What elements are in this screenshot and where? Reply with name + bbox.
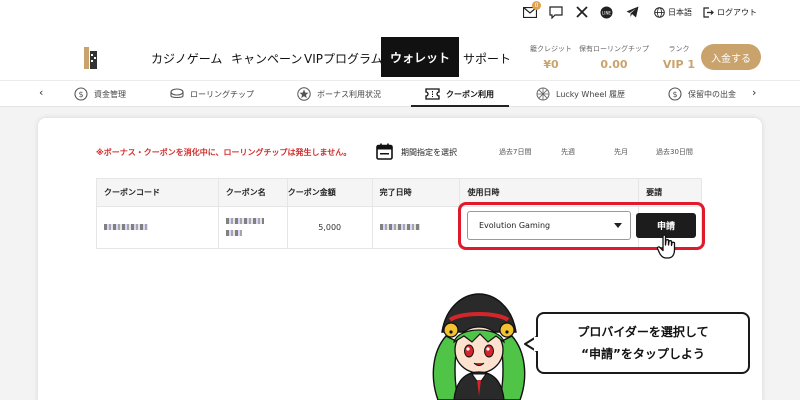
tab-scroll-right-icon[interactable]: › — [752, 86, 756, 99]
provider-selected-value: Evolution Gaming — [479, 221, 551, 230]
nav-support[interactable]: サポート — [463, 50, 511, 67]
tab-label: クーポン利用 — [446, 89, 494, 99]
tab-pending-withdrawal[interactable]: $ 保留中の出金 — [668, 86, 736, 102]
chat-icon[interactable] — [549, 5, 563, 19]
redacted-text — [225, 218, 264, 224]
svg-text:$: $ — [672, 90, 677, 99]
period-last-month[interactable]: 先月 — [614, 147, 628, 157]
period-select-label[interactable]: 期間指定を選択 — [401, 147, 457, 158]
header-completed-at: 完了日時 — [371, 178, 461, 207]
completed-at-cell — [371, 206, 461, 249]
hand-pointer-icon — [656, 234, 676, 259]
mail-icon[interactable]: 0 — [523, 1, 541, 19]
nav-casino-games[interactable]: カジノゲーム — [151, 50, 222, 67]
rank-stat: ランク VIP 1 — [662, 44, 696, 71]
tab-scroll-left-icon[interactable]: ‹ — [39, 86, 43, 99]
logout-link[interactable]: ログアウト — [703, 5, 757, 19]
logout-label: ログアウト — [717, 7, 757, 17]
globe-icon — [654, 6, 665, 18]
logout-icon — [703, 6, 714, 18]
deposit-button[interactable]: 入金する — [701, 44, 761, 70]
callout-line-2: “申請”をタップしよう — [581, 347, 705, 361]
tab-coupon-usage[interactable]: クーポン利用 — [425, 86, 494, 102]
chevron-down-icon — [614, 223, 622, 228]
language-selector[interactable]: 日本語 — [654, 5, 692, 19]
star-icon — [297, 87, 311, 101]
chip-label: 保有ローリングチップ — [579, 45, 649, 53]
nav-campaign[interactable]: キャンペーン — [231, 50, 302, 67]
utility-bar: 0 LINE 日本語 ログアウト — [0, 0, 800, 26]
dollar-circle-icon: $ — [74, 87, 88, 101]
tab-label: 保留中の出金 — [688, 89, 736, 99]
header-coupon-amount: クーポン金額 — [286, 178, 373, 207]
coupon-code-cell — [96, 206, 219, 249]
coupon-name-cell — [217, 206, 288, 249]
chip-stat: 保有ローリングチップ 0.00 — [565, 44, 663, 71]
rank-label: ランク — [668, 45, 690, 53]
tab-lucky-wheel-history[interactable]: Lucky Wheel 履歴 — [536, 86, 625, 102]
tab-label: ボーナス利用状況 — [317, 89, 381, 99]
calendar-icon[interactable] — [376, 143, 393, 160]
nav-wallet[interactable]: ウォレット — [381, 37, 459, 77]
period-last-7-days[interactable]: 過去7日間 — [499, 147, 531, 157]
header-coupon-name: クーポン名 — [217, 178, 288, 207]
mascot-character — [432, 293, 526, 400]
tab-label: Lucky Wheel 履歴 — [556, 89, 625, 99]
wheel-icon — [536, 87, 550, 101]
redacted-text — [104, 224, 148, 230]
provider-select[interactable]: Evolution Gaming — [467, 211, 631, 240]
tab-bonus-status[interactable]: ボーナス利用状況 — [297, 86, 381, 102]
ticket-icon — [425, 88, 440, 100]
redacted-text — [379, 224, 420, 230]
wallet-tab-bar: ‹ $ 資金管理 ローリングチップ ボーナス利用状況 クーポン利用 Lucky … — [0, 80, 800, 107]
tab-label: 資金管理 — [94, 89, 126, 99]
tab-label: ローリングチップ — [190, 89, 254, 99]
svg-text:$: $ — [78, 90, 83, 99]
x-social-icon[interactable] — [576, 5, 588, 19]
rank-value: VIP 1 — [662, 58, 696, 71]
line-social-icon[interactable]: LINE — [600, 5, 613, 19]
mail-badge: 0 — [532, 1, 541, 10]
dollar-circle-icon: $ — [668, 87, 682, 101]
period-last-30-days[interactable]: 過去30日間 — [656, 147, 693, 157]
coupon-amount-cell: 5,000 — [286, 206, 373, 249]
tab-rolling-chip[interactable]: ローリングチップ — [170, 86, 254, 102]
rolling-chip-warning: ※ボーナス・クーポンを消化中に、ローリングチップは発生しません。 — [96, 148, 352, 157]
nav-vip-program[interactable]: VIPプログラム — [304, 50, 383, 67]
telegram-icon[interactable] — [626, 5, 639, 19]
tab-fund-management[interactable]: $ 資金管理 — [74, 86, 126, 102]
header-coupon-code: クーポンコード — [96, 178, 219, 207]
callout-line-1: プロバイダーを選択して — [577, 325, 709, 339]
redacted-text — [225, 230, 242, 236]
coin-icon — [170, 88, 184, 99]
period-last-week[interactable]: 先週 — [561, 147, 575, 157]
language-label: 日本語 — [668, 7, 692, 17]
svg-text:LINE: LINE — [602, 10, 611, 15]
site-logo[interactable] — [82, 45, 100, 71]
instruction-callout: プロバイダーを選択して “申請”をタップしよう — [536, 312, 750, 374]
callout-tail-cover — [534, 337, 540, 351]
chip-value: 0.00 — [600, 58, 628, 71]
